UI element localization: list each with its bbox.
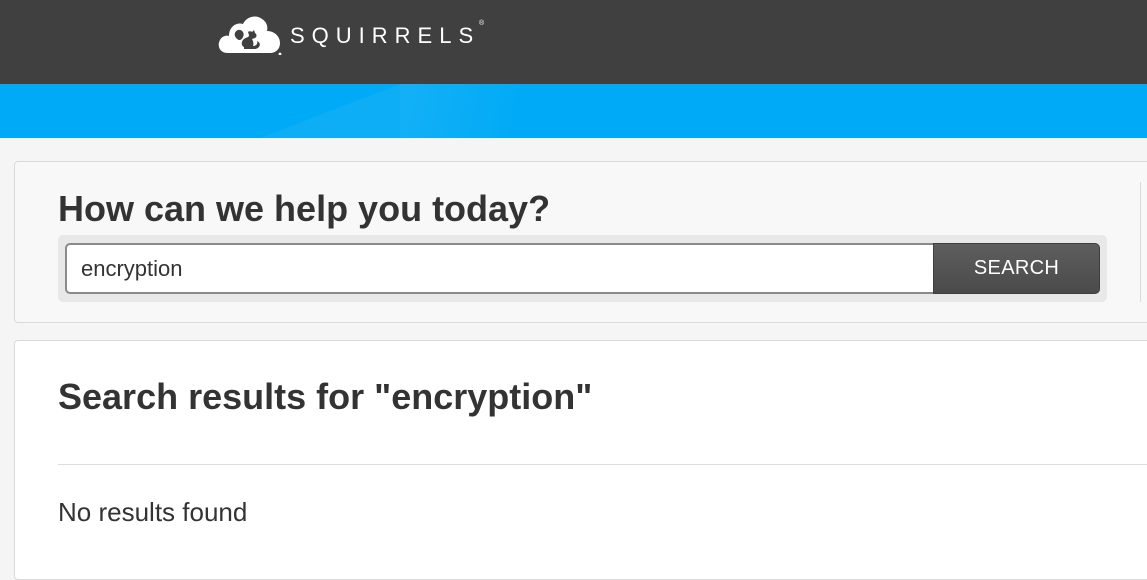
trademark-symbol: ® [478, 20, 485, 27]
search-button[interactable]: SEARCH [933, 243, 1100, 294]
search-input[interactable] [65, 243, 935, 294]
help-heading: How can we help you today? [58, 188, 551, 229]
banner-decoration [400, 84, 520, 138]
panel-divider [1140, 182, 1141, 302]
search-bar: SEARCH [58, 235, 1107, 302]
brand-logo[interactable]: SQUIRRELS ® [216, 13, 485, 55]
cloud-squirrel-icon [216, 13, 282, 55]
hero-banner [0, 84, 1147, 138]
no-results-message: No results found [58, 497, 248, 527]
banner-decoration [260, 84, 400, 138]
help-search-panel: How can we help you today? SEARCH [14, 161, 1147, 323]
search-results-panel: Search results for "encryption" No resul… [14, 340, 1147, 580]
results-heading: Search results for "encryption" [58, 376, 593, 417]
results-divider [58, 464, 1147, 465]
brand-name: SQUIRRELS ® [290, 20, 485, 48]
top-navigation-bar: SQUIRRELS ® [0, 0, 1147, 84]
